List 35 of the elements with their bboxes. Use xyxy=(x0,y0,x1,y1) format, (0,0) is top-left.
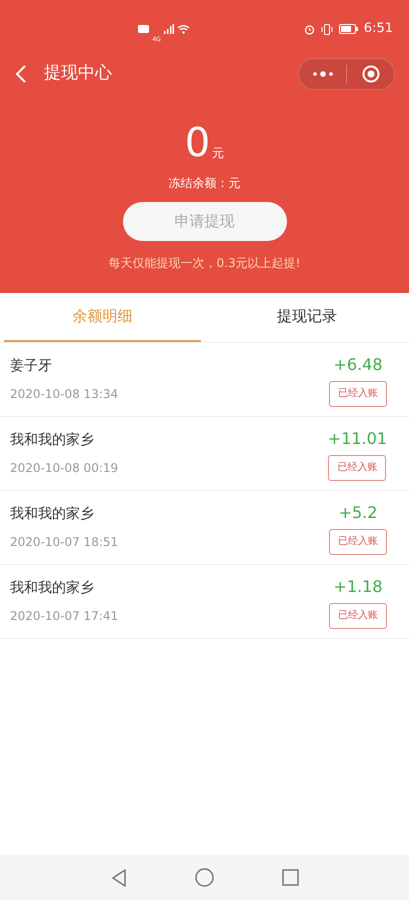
status-tag: 已经入账 xyxy=(329,602,387,628)
wifi-icon xyxy=(176,24,190,34)
record-amount: +5.2 xyxy=(338,502,378,524)
status-tag: 已经入账 xyxy=(328,454,386,480)
record-amount: +11.01 xyxy=(328,428,387,450)
tab[interactable]: 余额明细 xyxy=(4,293,200,342)
target-icon xyxy=(362,65,380,83)
record-time: 2020-10-07 18:51 xyxy=(10,534,120,551)
record-title: 姜子牙 xyxy=(10,357,53,376)
status-tag: 已经入账 xyxy=(329,528,387,554)
record-title: 我和我的家乡 xyxy=(10,579,95,598)
withdraw-note: 每天仅能提现一次，0.3元以上起提! xyxy=(108,255,300,272)
balance-amount: 0 xyxy=(184,122,210,164)
alarm-icon xyxy=(304,24,315,34)
status-tag: 已经入账 xyxy=(329,380,387,406)
recents-nav-icon[interactable] xyxy=(282,869,298,886)
record-title: 我和我的家乡 xyxy=(10,431,95,450)
record-amount: +1.18 xyxy=(333,576,383,598)
back-nav-icon[interactable] xyxy=(110,868,126,886)
clock-time: 6:51 xyxy=(364,20,393,38)
home-nav-icon[interactable] xyxy=(194,868,214,887)
vibrate-icon xyxy=(320,24,333,34)
record-time: 2020-10-08 13:34 xyxy=(10,386,120,403)
record-time: 2020-10-07 17:41 xyxy=(10,608,120,625)
record-time: 2020-10-08 00:19 xyxy=(10,460,120,477)
balance-unit: 元 xyxy=(212,145,224,162)
back-icon[interactable] xyxy=(14,65,28,83)
more-icon xyxy=(312,71,332,77)
frozen-balance: 冻结余额：元 xyxy=(168,175,240,192)
tab[interactable]: 提现记录 xyxy=(208,293,405,342)
record-title: 我和我的家乡 xyxy=(10,505,95,524)
record-amount: +6.48 xyxy=(333,354,383,376)
signal-icon xyxy=(164,24,174,34)
page-title: 提现中心 xyxy=(44,62,112,86)
battery-icon xyxy=(338,24,358,34)
